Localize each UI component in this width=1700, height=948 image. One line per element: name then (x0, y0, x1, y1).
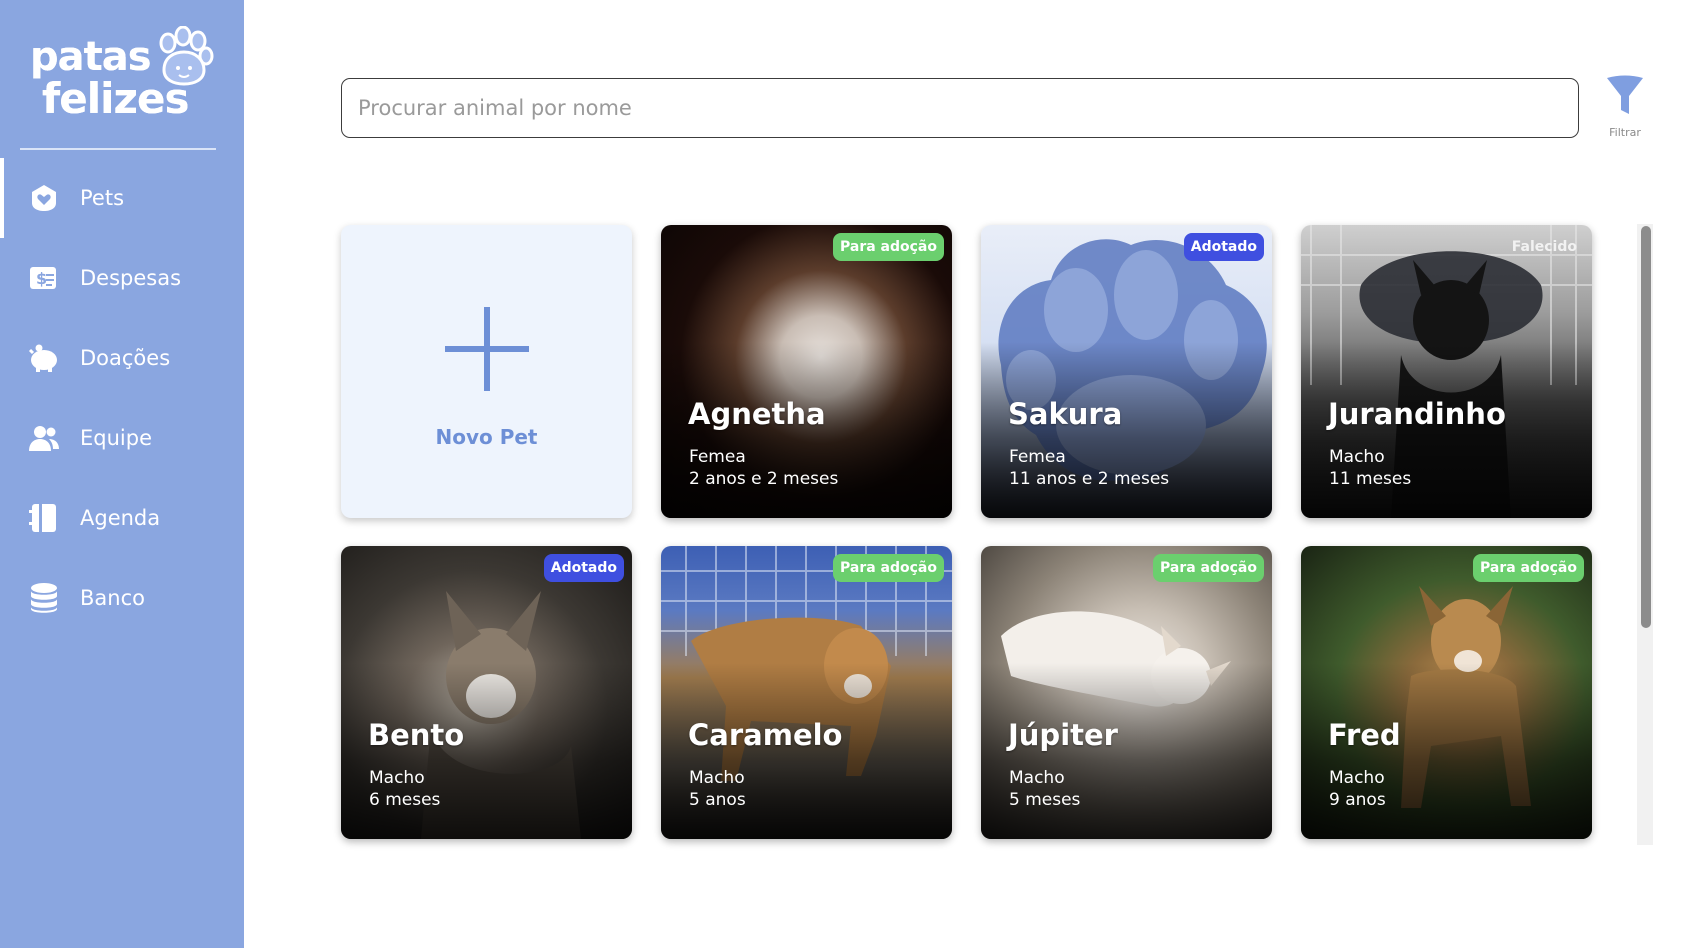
sidebar-item-label: Agenda (80, 506, 161, 530)
sidebar-item-label: Doações (80, 346, 171, 370)
pet-name: Fred (1328, 718, 1401, 752)
pet-age: 2 anos e 2 meses (689, 469, 839, 489)
filter-button[interactable]: Filtrar (1600, 74, 1650, 144)
pet-name: Jurandinho (1328, 397, 1506, 431)
search-box (341, 78, 1579, 138)
pet-card[interactable]: Para adoção Júpiter Macho 5 meses (981, 546, 1272, 839)
search-input[interactable] (342, 79, 1578, 137)
database-icon (28, 580, 60, 616)
pet-sex: Femea (689, 447, 746, 467)
pet-age: 6 meses (369, 790, 441, 810)
pet-age: 11 meses (1329, 469, 1412, 489)
brand-logo[interactable]: patas felizes (28, 26, 218, 126)
pet-name: Caramelo (688, 718, 843, 752)
sidebar-item-equipe[interactable]: Equipe (0, 398, 244, 478)
sidebar: patas felizes Pets $ Despesas Doações Eq… (0, 0, 244, 948)
pet-sex: Macho (1329, 768, 1385, 788)
sidebar-item-label: Despesas (80, 266, 182, 290)
pet-age: 5 anos (689, 790, 746, 810)
status-badge: Para adoção (1152, 554, 1264, 582)
pet-card[interactable]: Para adoção Agnetha Femea 2 anos e 2 mes… (661, 225, 952, 518)
pet-sex: Macho (689, 768, 745, 788)
pet-sex: Macho (1329, 447, 1385, 467)
paw-heart-icon (28, 180, 60, 216)
pet-card[interactable]: Adotado Sakura Femea 11 anos e 2 meses (981, 225, 1272, 518)
status-badge: Adotado (543, 554, 624, 582)
new-pet-card[interactable]: Novo Pet (341, 225, 632, 518)
pet-name: Agnetha (688, 397, 826, 431)
pet-name: Sakura (1008, 397, 1123, 431)
users-icon (28, 420, 60, 456)
pet-sex: Macho (1009, 768, 1065, 788)
sidebar-item-despesas[interactable]: $ Despesas (0, 238, 244, 318)
paw-logo-icon (159, 26, 214, 86)
pet-card[interactable]: Falecido Jurandinho Macho 11 meses (1301, 225, 1592, 518)
piggy-bank-icon (28, 340, 60, 376)
pet-card[interactable]: Para adoção Caramelo Macho 5 anos (661, 546, 952, 839)
pet-card[interactable]: Para adoção Fred Macho 9 anos (1301, 546, 1592, 839)
pet-sex: Femea (1009, 447, 1066, 467)
svg-text:$: $ (36, 269, 47, 288)
pet-age: 11 anos e 2 meses (1009, 469, 1170, 489)
status-badge: Adotado (1183, 233, 1264, 261)
filter-label: Filtrar (1609, 126, 1641, 139)
sidebar-item-label: Pets (80, 186, 125, 210)
status-badge: Para adoção (832, 233, 944, 261)
pet-name: Júpiter (1008, 718, 1118, 752)
agenda-book-icon (28, 500, 60, 536)
pet-age: 9 anos (1329, 790, 1386, 810)
pet-age: 5 meses (1009, 790, 1081, 810)
sidebar-item-doacoes[interactable]: Doações (0, 318, 244, 398)
pet-sex: Macho (369, 768, 425, 788)
sidebar-item-pets[interactable]: Pets (0, 158, 244, 238)
sidebar-divider (20, 148, 216, 150)
sidebar-item-agenda[interactable]: Agenda (0, 478, 244, 558)
pet-card[interactable]: Adotado Bento Macho 6 meses (341, 546, 632, 839)
plus-icon (445, 307, 529, 391)
new-pet-label: Novo Pet (435, 425, 538, 449)
sidebar-item-banco[interactable]: Banco (0, 558, 244, 638)
status-badge: Para adoção (1472, 554, 1584, 582)
sidebar-nav: Pets $ Despesas Doações Equipe Agenda Ba… (0, 158, 244, 638)
status-badge: Falecido (1511, 239, 1577, 255)
pet-name: Bento (368, 718, 465, 752)
sidebar-item-label: Banco (80, 586, 145, 610)
sidebar-item-label: Equipe (80, 426, 152, 450)
status-badge: Para adoção (832, 554, 944, 582)
scrollbar-thumb[interactable] (1641, 226, 1651, 628)
money-bill-icon: $ (28, 260, 60, 296)
funnel-icon (1607, 75, 1643, 114)
